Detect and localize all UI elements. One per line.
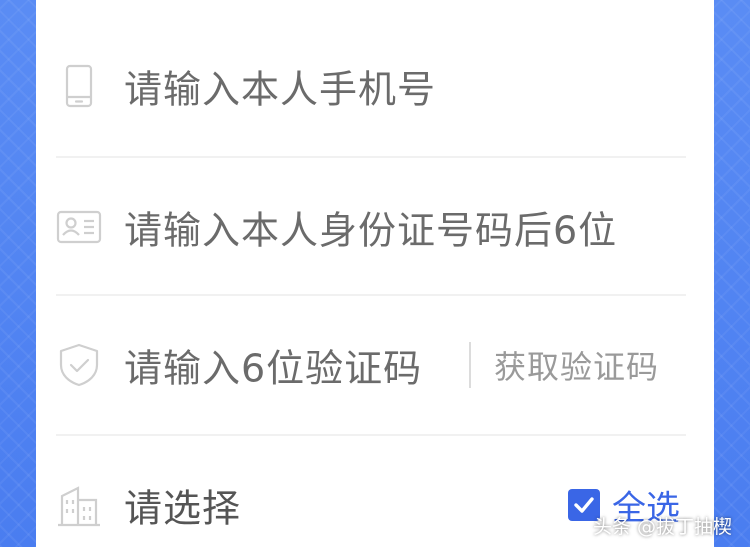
- divider: [56, 156, 686, 158]
- vertical-separator: [469, 342, 471, 388]
- id-input-row[interactable]: 请输入本人身份证号码后6位: [36, 182, 714, 272]
- verification-row[interactable]: 请输入6位验证码 获取验证码: [36, 320, 714, 410]
- phone-input[interactable]: 请输入本人手机号: [124, 59, 436, 114]
- department-select[interactable]: 请选择: [124, 478, 241, 533]
- phone-input-row[interactable]: 请输入本人手机号: [36, 41, 714, 131]
- id-number-input[interactable]: 请输入本人身份证号码后6位: [124, 200, 617, 255]
- phone-icon: [56, 63, 102, 109]
- form-card: 请输入本人手机号 请输入本人身份证号码后6位 请输入6位验证码 获取验证码 请选…: [36, 0, 714, 547]
- building-icon: [56, 482, 102, 528]
- divider: [56, 294, 686, 296]
- watermark: 头条 @拔丁抽楔: [593, 512, 732, 539]
- watermark-text: 头条 @拔丁抽楔: [592, 516, 732, 538]
- verification-code-input[interactable]: 请输入6位验证码: [124, 338, 422, 393]
- id-card-icon: [56, 204, 102, 250]
- get-code-button[interactable]: 获取验证码: [494, 342, 659, 388]
- divider: [56, 434, 686, 436]
- shield-check-icon: [56, 342, 102, 388]
